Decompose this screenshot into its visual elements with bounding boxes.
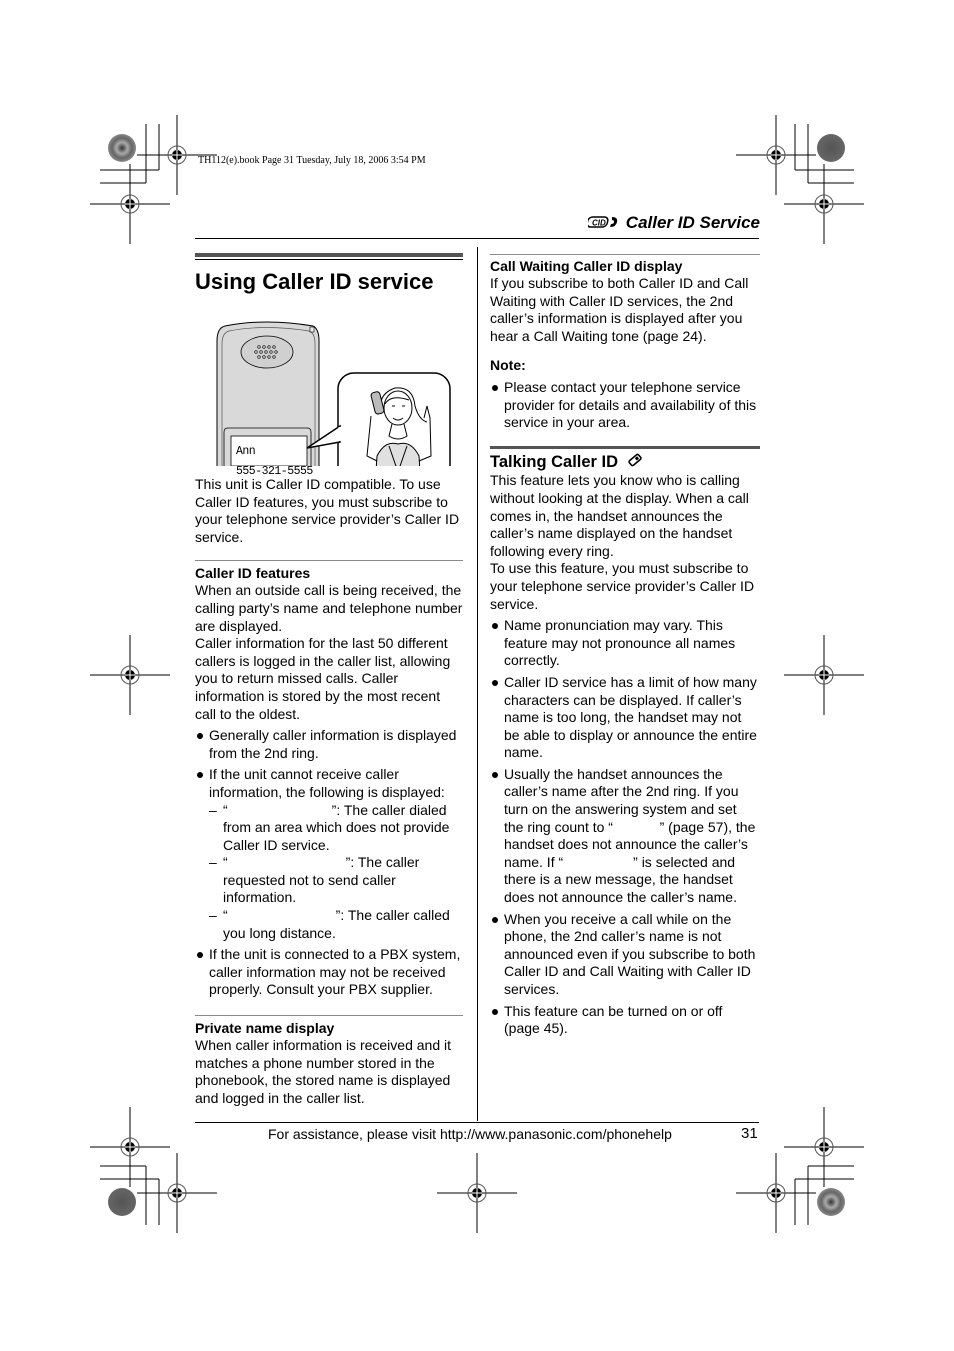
display-caller-name: Ann [236, 445, 256, 458]
running-head-title: Caller ID Service [625, 213, 760, 232]
bullet-item: Generally caller information is displaye… [195, 727, 463, 762]
handset-display: Ann 555-321-5555 [236, 442, 313, 482]
running-head: CID Caller ID Service [580, 213, 760, 234]
column-divider [477, 247, 478, 1121]
bullet-item: Usually the handset announces the caller… [490, 766, 760, 907]
talking-caller-id-para-1: This feature lets you know who is callin… [490, 472, 749, 559]
caller-id-illustration: Ann 555-321-5555 [195, 296, 463, 478]
right-column: Call Waiting Caller ID display If you su… [490, 254, 760, 1038]
page-title: Using Caller ID service [195, 269, 434, 294]
footer-assistance: For assistance, please visit http://www.… [268, 1126, 672, 1142]
talking-caller-id-para-2: To use this feature, you must subscribe … [490, 560, 755, 612]
display-caller-number: 555-321-5555 [236, 465, 313, 478]
page-number: 31 [741, 1125, 758, 1142]
intro-paragraph: This unit is Caller ID compatible. To us… [195, 476, 460, 545]
note-bullet: Please contact your telephone service pr… [490, 379, 760, 432]
slug-line: TH112(e).book Page 31 Tuesday, July 18, … [198, 155, 426, 166]
bullet-item: When you receive a call while on the pho… [490, 911, 760, 999]
bullet-item: Name pronunciation may vary. This featur… [490, 617, 760, 670]
bullet-item: Caller ID service has a limit of how man… [490, 674, 760, 762]
caller-id-features-para-1: When an outside call is being received, … [195, 582, 463, 634]
caller-id-features-para-2: Caller information for the last 50 diffe… [195, 635, 451, 722]
bullet-item: This feature can be turned on or off (pa… [490, 1003, 760, 1038]
private-name-heading: Private name display [195, 1020, 335, 1037]
dash-item: – “”: The caller called you long distance… [209, 907, 450, 941]
bullet-item: If the unit cannot receive caller inform… [195, 766, 463, 801]
call-waiting-heading: Call Waiting Caller ID display [490, 258, 683, 274]
svg-text:CID: CID [592, 218, 606, 227]
header-rule [195, 238, 759, 239]
note-label: Note: [490, 357, 526, 374]
dash-item: – “”: The caller dialed from an area whic… [209, 801, 450, 853]
talking-caller-id-heading: Talking Caller ID [490, 452, 760, 473]
footer-rule [195, 1122, 759, 1123]
caller-id-phone-icon: CID [586, 214, 622, 234]
left-column: Using Caller ID service Ann 555-321-5555… [195, 253, 463, 1107]
handset-icon [627, 452, 643, 472]
bullet-item: If the unit is connected to a PBX system… [195, 946, 463, 999]
dash-item: – “”: The caller requested not to send ca… [209, 854, 420, 906]
private-name-para: When caller information is received and … [195, 1037, 452, 1106]
caller-id-features-heading: Caller ID features [195, 565, 311, 582]
call-waiting-para: If you subscribe to both Caller ID and C… [490, 275, 749, 344]
